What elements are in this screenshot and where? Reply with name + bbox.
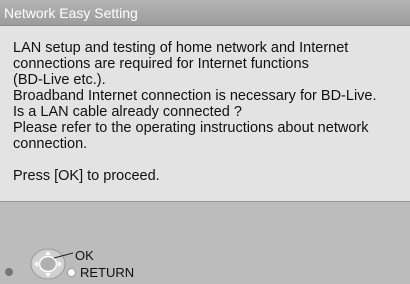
message-text: LAN setup and testing of home network an… xyxy=(13,40,408,184)
ok-label: OK xyxy=(75,248,94,263)
return-button-icon[interactable] xyxy=(67,268,76,277)
message-dialog: LAN setup and testing of home network an… xyxy=(0,26,410,202)
button-guide: OK RETURN xyxy=(0,236,200,284)
message-line: connections are required for Internet fu… xyxy=(13,56,309,72)
message-line: LAN setup and testing of home network an… xyxy=(13,40,349,56)
message-line: Broadband Internet connection is necessa… xyxy=(13,88,377,104)
message-line: (BD-Live etc.). xyxy=(13,72,106,88)
message-line: Please refer to the operating instructio… xyxy=(13,120,369,136)
proceed-prompt: Press [OK] to proceed. xyxy=(13,168,160,184)
return-label: RETURN xyxy=(80,265,135,280)
message-line: connection. xyxy=(13,136,88,152)
message-line: Is a LAN cable already connected ? xyxy=(13,104,242,120)
window-title: Network Easy Setting xyxy=(0,0,410,26)
red-button-icon xyxy=(5,268,13,276)
